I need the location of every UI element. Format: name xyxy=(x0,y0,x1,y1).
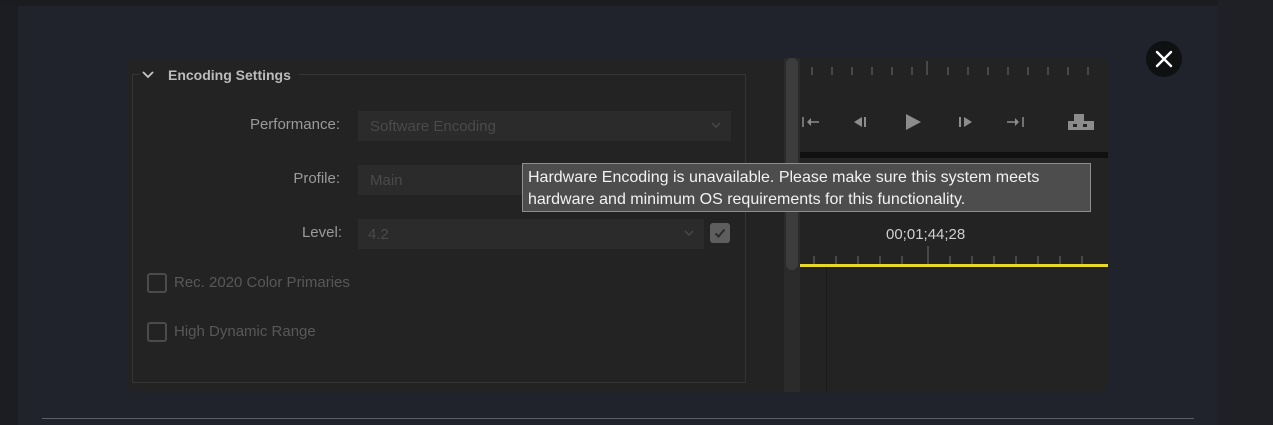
step-forward-icon[interactable] xyxy=(956,114,976,130)
chevron-down-icon[interactable] xyxy=(140,67,156,83)
chevron-down-icon xyxy=(684,230,694,236)
hdr-label: High Dynamic Range xyxy=(174,323,316,340)
profile-value: Main xyxy=(370,171,403,189)
performance-select[interactable]: Software Encoding xyxy=(358,111,731,141)
encoding-settings-title: Encoding Settings xyxy=(168,67,291,83)
level-checkbox[interactable] xyxy=(710,223,730,243)
play-icon[interactable] xyxy=(902,112,924,132)
playhead-range-bar[interactable] xyxy=(800,264,1108,267)
rec2020-checkbox[interactable] xyxy=(147,273,167,293)
monitor-divider xyxy=(800,152,1108,158)
rec2020-label: Rec. 2020 Color Primaries xyxy=(174,274,350,291)
close-button[interactable] xyxy=(1146,41,1182,77)
level-label: Level: xyxy=(301,224,342,241)
hardware-encoding-tooltip: Hardware Encoding is unavailable. Please… xyxy=(522,163,1091,212)
dialog-separator xyxy=(42,418,1194,419)
profile-label: Profile: xyxy=(293,170,340,187)
checkmark-icon xyxy=(714,228,726,238)
go-to-out-icon[interactable] xyxy=(1004,114,1028,130)
timeline-ruler[interactable] xyxy=(800,244,1108,264)
profile-select[interactable]: Main xyxy=(358,165,523,195)
level-value: 4.2 xyxy=(368,225,389,243)
right-edge xyxy=(1218,0,1273,425)
level-select[interactable]: 4.2 xyxy=(358,219,704,249)
step-back-icon[interactable] xyxy=(850,114,870,130)
tooltip-line-2: hardware and minimum OS requirements for… xyxy=(528,190,966,208)
go-to-in-icon[interactable] xyxy=(800,114,822,130)
playhead-timecode[interactable]: 00;01;44;28 xyxy=(886,226,965,243)
performance-label: Performance: xyxy=(249,116,340,133)
chevron-down-icon xyxy=(711,122,721,128)
hdr-checkbox[interactable] xyxy=(147,322,167,342)
encoding-settings-header[interactable]: Encoding Settings xyxy=(140,64,299,86)
track-divider xyxy=(826,267,827,392)
time-ruler[interactable] xyxy=(800,58,1108,82)
tooltip-line-1: Hardware Encoding is unavailable. Please… xyxy=(528,169,1040,186)
transport-controls xyxy=(800,108,1108,136)
performance-value: Software Encoding xyxy=(370,117,496,135)
close-icon xyxy=(1155,50,1173,68)
export-frame-icon[interactable] xyxy=(1066,112,1096,132)
